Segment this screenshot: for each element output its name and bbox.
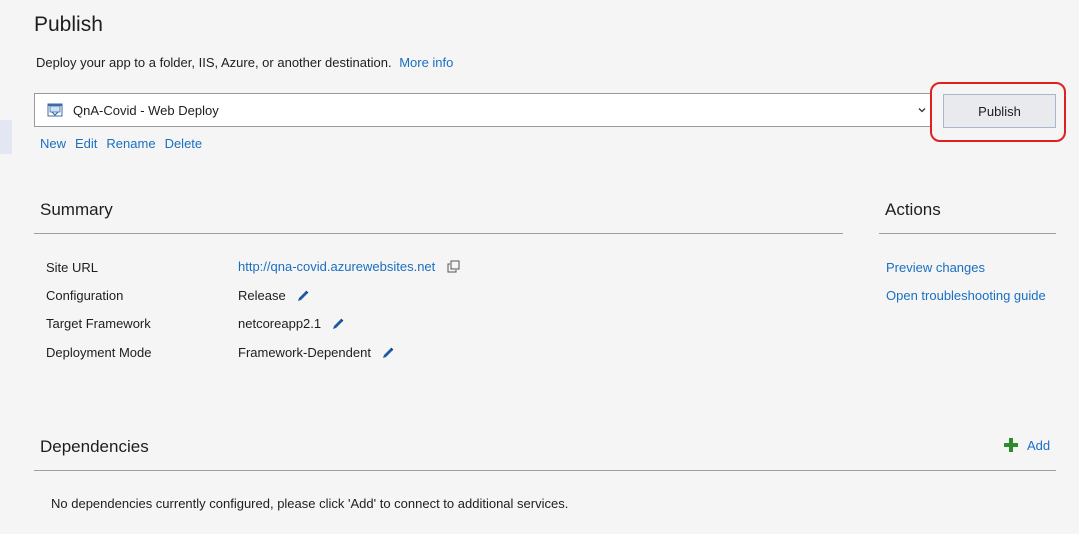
configuration-row: Release [238, 288, 310, 303]
selected-profile: QnA-Covid - Web Deploy [73, 102, 219, 118]
configuration-value: Release [238, 288, 286, 303]
rename-profile-link[interactable]: Rename [106, 136, 155, 151]
web-deploy-icon [47, 103, 63, 117]
target-framework-value: netcoreapp2.1 [238, 316, 322, 331]
actions-title: Actions [885, 200, 941, 219]
pencil-icon[interactable] [296, 289, 310, 303]
more-info-link[interactable]: More info [399, 55, 453, 70]
page-description: Deploy your app to a folder, IIS, Azure,… [36, 55, 453, 70]
edit-profile-link[interactable]: Edit [75, 136, 97, 151]
copy-icon[interactable] [447, 260, 460, 273]
preview-changes-link[interactable]: Preview changes [886, 260, 985, 275]
site-url-label: Site URL [46, 260, 99, 275]
add-dependency-button[interactable]: Add [1003, 437, 1050, 453]
plus-icon [1004, 438, 1018, 452]
description-text: Deploy your app to a folder, IIS, Azure,… [36, 55, 392, 70]
deployment-mode-label: Deployment Mode [46, 345, 152, 360]
summary-title: Summary [40, 200, 113, 219]
delete-profile-link[interactable]: Delete [165, 136, 203, 151]
pencil-icon[interactable] [381, 346, 395, 360]
deployment-mode-value: Framework-Dependent [238, 345, 371, 360]
profile-actions: New Edit Rename Delete [40, 136, 202, 151]
dependencies-empty-message: No dependencies currently configured, pl… [51, 496, 569, 511]
summary-divider [34, 233, 843, 234]
page-title: Publish [34, 13, 103, 36]
target-framework-label: Target Framework [46, 316, 151, 331]
publish-profile-dropdown[interactable]: QnA-Covid - Web Deploy [34, 93, 932, 127]
site-url-row: http://qna-covid.azurewebsites.net [238, 259, 460, 274]
troubleshooting-guide-link[interactable]: Open troubleshooting guide [886, 288, 1046, 303]
configuration-label: Configuration [46, 288, 124, 303]
pencil-icon[interactable] [331, 317, 345, 331]
publish-button[interactable]: Publish [943, 94, 1056, 128]
dependencies-title: Dependencies [40, 437, 149, 456]
left-panel-accent [0, 120, 12, 154]
actions-divider [879, 233, 1056, 234]
site-url-link[interactable]: http://qna-covid.azurewebsites.net [238, 259, 435, 274]
chevron-down-icon [918, 108, 926, 113]
deployment-mode-row: Framework-Dependent [238, 345, 395, 360]
add-dependency-label: Add [1027, 437, 1051, 453]
dependencies-divider [34, 470, 1056, 471]
target-framework-row: netcoreapp2.1 [238, 316, 345, 331]
new-profile-link[interactable]: New [40, 136, 66, 151]
